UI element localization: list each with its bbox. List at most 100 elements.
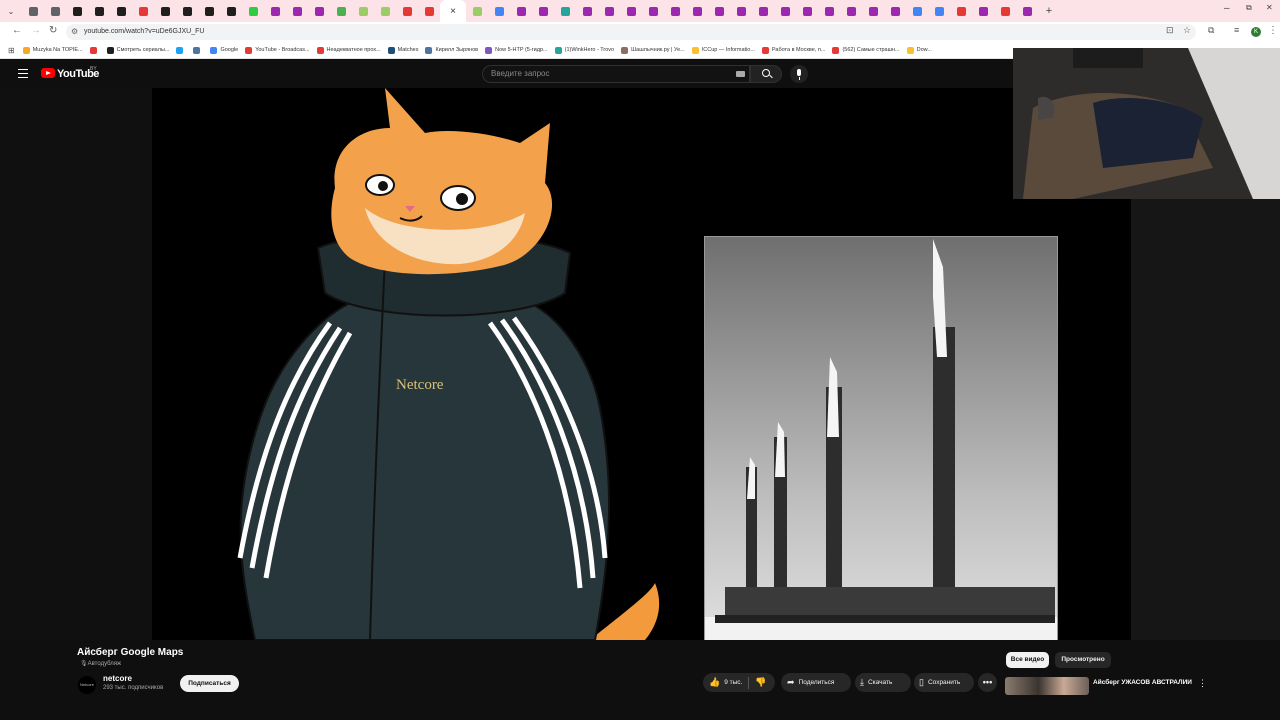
close-window-button[interactable]: ✕ [1266, 3, 1273, 12]
bookmark-item[interactable] [193, 46, 203, 54]
browser-tab-right-3[interactable] [532, 1, 554, 21]
browser-tab-right-22[interactable] [950, 1, 972, 21]
browser-tab-right-17[interactable] [840, 1, 862, 21]
bookmark-item[interactable]: Шашлычник.ру | Уе... [621, 46, 685, 54]
browser-tab-16[interactable] [374, 1, 396, 21]
browser-tab-10[interactable] [242, 1, 264, 21]
maximize-button[interactable]: ⧉ [1246, 3, 1252, 13]
share-button[interactable]: ➦ Поделиться [781, 673, 851, 692]
channel-avatar[interactable]: Netcore [78, 676, 96, 694]
browser-tab-2[interactable] [66, 1, 88, 21]
browser-tab-right-7[interactable] [620, 1, 642, 21]
browser-tab-3[interactable] [88, 1, 110, 21]
browser-tab-right-16[interactable] [818, 1, 840, 21]
keyboard-icon[interactable] [736, 71, 745, 77]
save-button[interactable]: ▯ Сохранить [914, 673, 974, 692]
bookmark-item[interactable]: YouTube - Broadcas... [245, 46, 310, 54]
browser-tab-right-25[interactable] [1016, 1, 1038, 21]
browser-tab-right-15[interactable] [796, 1, 818, 21]
bookmark-item[interactable] [89, 46, 100, 54]
browser-tab-right-21[interactable] [928, 1, 950, 21]
browser-tab-right-24[interactable] [994, 1, 1016, 21]
like-count[interactable]: 9 тыс. [724, 673, 742, 692]
browser-tab-15[interactable] [352, 1, 374, 21]
extensions-icon[interactable]: ⧉ [1208, 25, 1214, 36]
recommendation-menu-icon[interactable]: ⋮ [1198, 678, 1207, 689]
bookmark-item[interactable]: Matches [387, 46, 418, 54]
download-button[interactable]: ⤓ Скачать [855, 673, 911, 692]
browser-tab-17[interactable] [396, 1, 418, 21]
tab-list-dropdown-icon[interactable]: ⌄ [0, 1, 22, 21]
browser-tab-right-23[interactable] [972, 1, 994, 21]
browser-tab-12[interactable] [286, 1, 308, 21]
recommendation-thumbnail[interactable] [1005, 677, 1089, 695]
bookmark-item[interactable]: (562) Самые страшн... [832, 46, 900, 54]
browser-tab-5[interactable] [132, 1, 154, 21]
site-info-icon[interactable]: ⚙ [71, 24, 78, 40]
search-input[interactable]: Введите запрос [482, 65, 750, 83]
bookmark-item[interactable]: ICCup — Informatio... [691, 46, 755, 54]
recommendation-title[interactable]: Айсберг УЖАСОВ АВСТРАЛИИ [1093, 678, 1193, 687]
forward-arrow-icon[interactable]: → [31, 25, 41, 36]
active-tab[interactable]: × [440, 0, 466, 22]
browser-tab-right-8[interactable] [642, 1, 664, 21]
search-button[interactable] [750, 65, 782, 83]
browser-tab-right-12[interactable] [730, 1, 752, 21]
browser-tab-9[interactable] [220, 1, 242, 21]
reload-icon[interactable]: ↻ [49, 25, 57, 36]
bookmark-item[interactable]: Now 5-HTP (5-гидр... [485, 46, 548, 54]
minimize-button[interactable]: – [1224, 3, 1230, 14]
dislike-icon[interactable]: 👎 [755, 673, 766, 692]
browser-tab-right-2[interactable] [510, 1, 532, 21]
browser-tab-8[interactable] [198, 1, 220, 21]
browser-tab-14[interactable] [330, 1, 352, 21]
browser-tab-right-18[interactable] [862, 1, 884, 21]
browser-tab-11[interactable] [264, 1, 286, 21]
apps-grid-icon[interactable]: ⊞ [8, 46, 15, 55]
bookmark-item[interactable]: Неадекватное прох... [316, 46, 381, 54]
browser-tab-right-0[interactable] [466, 1, 488, 21]
like-icon[interactable]: 👍 [703, 673, 720, 692]
tab-watched[interactable]: Просмотрено [1055, 652, 1111, 668]
youtube-logo-icon[interactable] [41, 68, 55, 78]
browser-tab-right-9[interactable] [664, 1, 686, 21]
downloads-icon[interactable]: ≡ [1234, 25, 1239, 35]
browser-tab-right-11[interactable] [708, 1, 730, 21]
browser-tab-0[interactable] [22, 1, 44, 21]
browser-tab-right-6[interactable] [598, 1, 620, 21]
bookmark-item[interactable]: Кирилл Зырянов [425, 46, 478, 54]
new-tab-button[interactable]: + [1038, 1, 1060, 21]
bookmark-item[interactable]: Работа в Москве, п... [761, 46, 825, 54]
browser-tab-right-13[interactable] [752, 1, 774, 21]
browser-tab-4[interactable] [110, 1, 132, 21]
browser-tab-right-1[interactable] [488, 1, 510, 21]
install-app-icon[interactable]: ⊡ [1166, 25, 1174, 36]
browser-tab-18[interactable] [418, 1, 440, 21]
bookmark-item[interactable]: (1)WinkHero - Trovo [554, 46, 614, 54]
browser-tab-7[interactable] [176, 1, 198, 21]
address-bar[interactable]: ⚙ youtube.com/watch?v=uDe6GJXU_FU [66, 24, 1196, 40]
bookmark-item[interactable]: Dow... [906, 46, 932, 54]
browser-tab-6[interactable] [154, 1, 176, 21]
browser-tab-right-19[interactable] [884, 1, 906, 21]
browser-tab-right-4[interactable] [554, 1, 576, 21]
tab-close-icon[interactable]: × [450, 6, 456, 17]
bookmark-item[interactable]: Смотреть сериалы... [106, 46, 169, 54]
more-actions-button[interactable]: ••• [978, 673, 997, 692]
browser-tab-right-5[interactable] [576, 1, 598, 21]
browser-tab-right-14[interactable] [774, 1, 796, 21]
browser-tab-right-20[interactable] [906, 1, 928, 21]
back-arrow-icon[interactable]: ← [12, 25, 22, 36]
tab-all-videos[interactable]: Все видео [1006, 652, 1049, 668]
bookmark-item[interactable]: Muzyka Na TOPIE... [22, 46, 83, 54]
browser-tab-right-10[interactable] [686, 1, 708, 21]
bookmark-item[interactable] [176, 46, 186, 54]
subscribe-button[interactable]: Подписаться [180, 675, 239, 692]
profile-avatar[interactable]: K [1251, 27, 1261, 37]
voice-search-button[interactable] [790, 65, 808, 83]
channel-name[interactable]: netcore [103, 674, 132, 683]
menu-icon[interactable] [18, 69, 28, 78]
bookmark-star-icon[interactable]: ☆ [1183, 25, 1191, 36]
video-player[interactable]: Netcore [0, 88, 1131, 640]
browser-menu-icon[interactable]: ⋮ [1268, 25, 1278, 36]
